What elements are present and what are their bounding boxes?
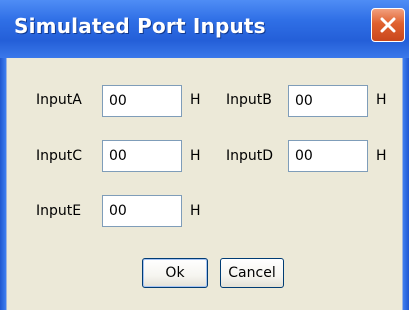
input-b-label: InputB bbox=[226, 92, 272, 108]
input-b-hex-suffix: H bbox=[376, 92, 387, 108]
input-a-field[interactable] bbox=[102, 85, 182, 117]
ok-button[interactable]: Ok bbox=[142, 258, 208, 288]
input-e-hex-suffix: H bbox=[190, 203, 201, 219]
input-c-hex-suffix: H bbox=[190, 148, 201, 164]
input-a-label: InputA bbox=[36, 92, 82, 108]
close-icon bbox=[380, 17, 396, 33]
input-e-field[interactable] bbox=[102, 195, 182, 227]
input-c-field[interactable] bbox=[102, 140, 182, 172]
window-title: Simulated Port Inputs bbox=[14, 14, 266, 38]
input-e-label: InputE bbox=[36, 203, 82, 219]
input-b-field[interactable] bbox=[288, 85, 368, 117]
input-d-hex-suffix: H bbox=[376, 148, 387, 164]
input-c-label: InputC bbox=[36, 148, 83, 164]
input-a-hex-suffix: H bbox=[190, 92, 201, 108]
input-d-label: InputD bbox=[226, 148, 274, 164]
input-d-field[interactable] bbox=[288, 140, 368, 172]
close-button[interactable] bbox=[371, 8, 405, 42]
window-frame-right bbox=[403, 58, 409, 310]
dialog-window: Simulated Port Inputs InputA H InputB H … bbox=[0, 0, 409, 310]
title-bar[interactable]: Simulated Port Inputs bbox=[0, 0, 409, 58]
cancel-button[interactable]: Cancel bbox=[220, 258, 284, 288]
